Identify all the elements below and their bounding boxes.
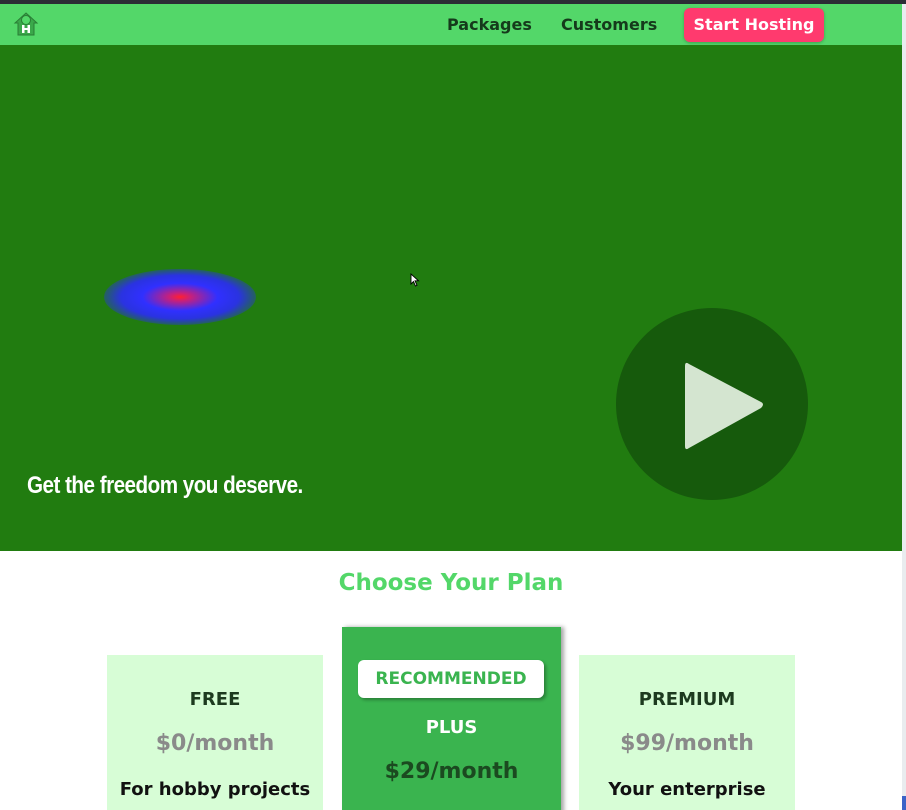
mouse-cursor-icon [410, 273, 420, 287]
plan-price: $99/month [620, 731, 754, 756]
hero-tagline: Get the freedom you deserve. [27, 472, 303, 499]
plan-description: Your enterprise [608, 779, 766, 800]
plan-card-free[interactable]: FREE $0/month For hobby projects [107, 655, 323, 810]
plan-price: $0/month [155, 731, 275, 756]
house-logo-icon[interactable] [13, 11, 39, 37]
scrollbar-thumb[interactable] [902, 796, 906, 810]
plan-name: FREE [189, 689, 241, 710]
plan-description: For hobby projects [119, 779, 311, 800]
start-hosting-button[interactable]: Start Hosting [684, 8, 824, 42]
plans-title: Choose Your Plan [338, 570, 564, 596]
page-scrollbar[interactable] [902, 4, 906, 810]
plan-name: PREMIUM [638, 689, 736, 710]
plan-name: PLUS [425, 717, 478, 738]
hero-video[interactable]: Get the freedom you deserve. [0, 45, 902, 551]
page: Packages Customers Start Hosting Get the… [0, 0, 906, 810]
plan-card-plus[interactable]: RECOMMENDED PLUS $29/month [342, 627, 561, 810]
nav-link-packages[interactable]: Packages [447, 4, 532, 45]
hero-video-frame-blob [104, 269, 256, 325]
play-icon[interactable] [616, 308, 808, 500]
nav-link-customers[interactable]: Customers [561, 4, 657, 45]
plan-price: $29/month [384, 759, 519, 784]
recommended-badge: RECOMMENDED [358, 660, 544, 698]
site-header: Packages Customers Start Hosting [0, 4, 902, 45]
plan-card-premium[interactable]: PREMIUM $99/month Your enterprise [579, 655, 795, 810]
